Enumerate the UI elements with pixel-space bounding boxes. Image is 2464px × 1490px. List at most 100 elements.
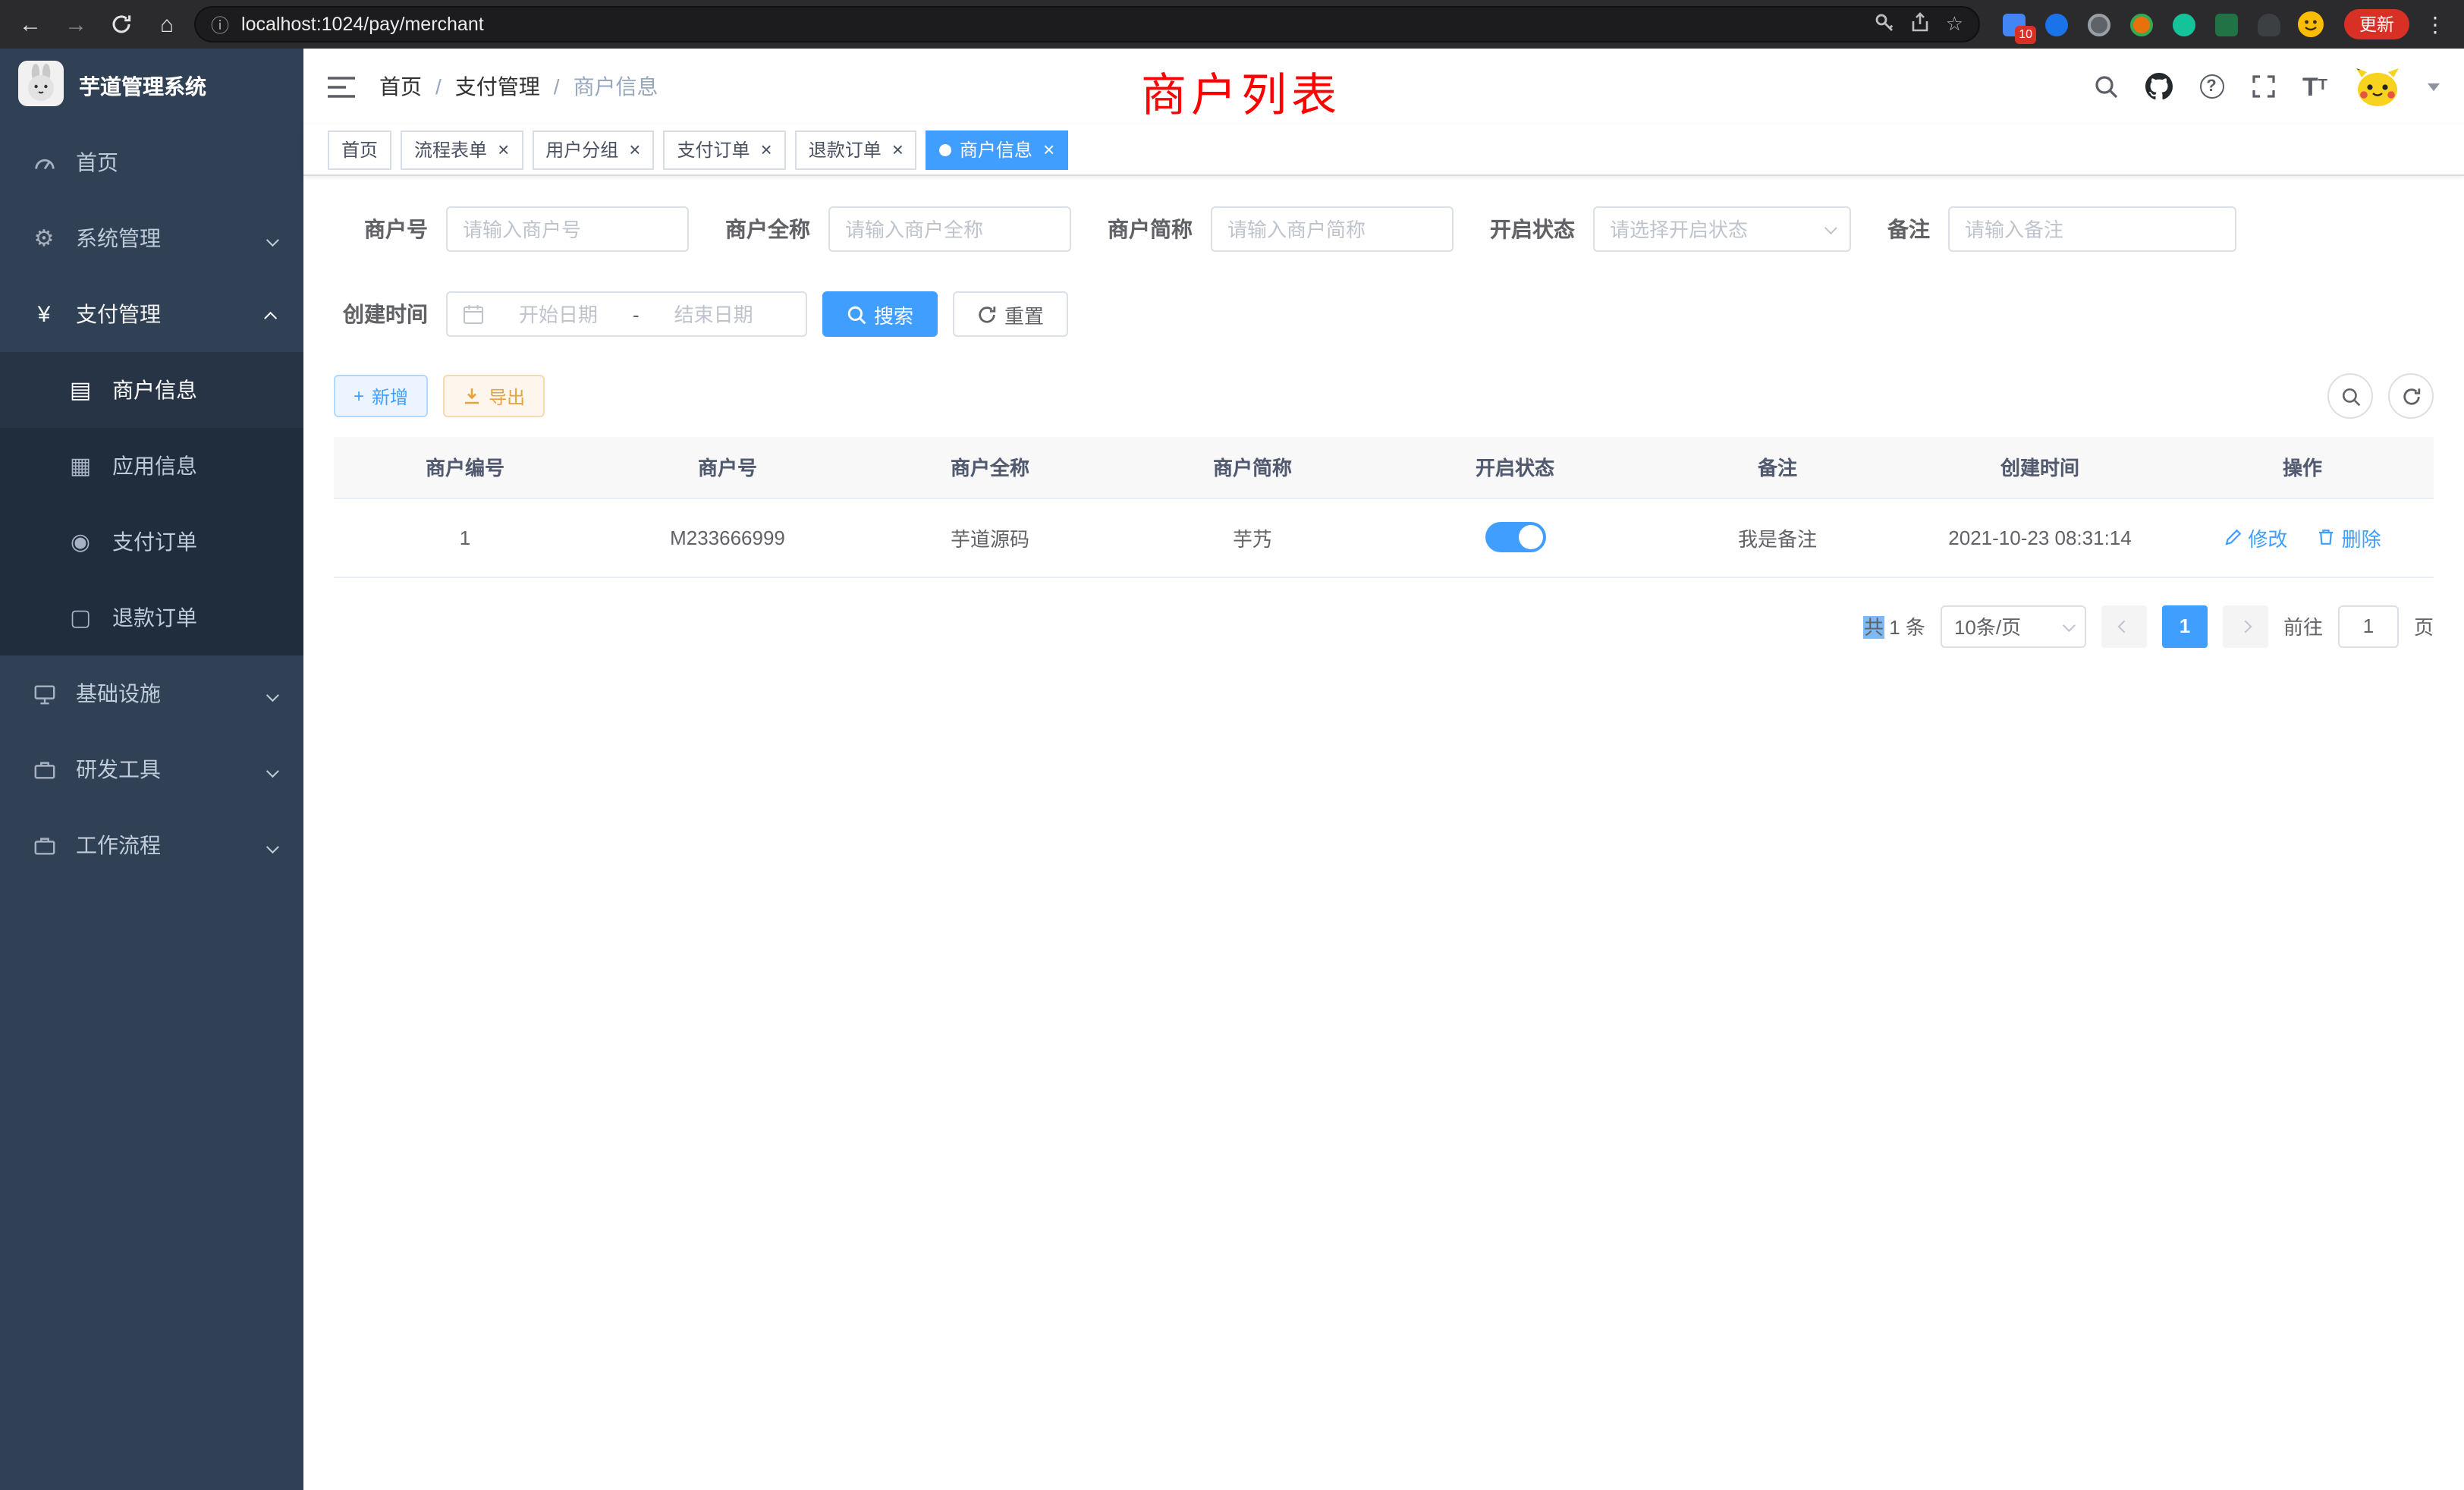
remark-input[interactable] xyxy=(1948,206,2236,252)
sidebar-item-label: 支付管理 xyxy=(76,299,161,329)
close-icon[interactable]: × xyxy=(498,140,509,159)
url-text[interactable]: localhost:1024/pay/merchant xyxy=(241,14,1862,35)
create-time-range-picker[interactable]: - xyxy=(446,291,807,337)
goto-page-input[interactable] xyxy=(2338,605,2399,647)
trash-icon xyxy=(2318,528,2336,546)
briefcase-icon xyxy=(30,834,58,857)
browser-home-icon[interactable]: ⌂ xyxy=(149,6,185,42)
delete-button[interactable]: 删除 xyxy=(2318,523,2381,552)
avatar-dropdown-caret-icon[interactable] xyxy=(2428,83,2440,90)
close-icon[interactable]: × xyxy=(892,140,904,159)
search-button[interactable]: 搜索 xyxy=(822,291,938,337)
add-button[interactable]: + 新增 xyxy=(334,375,428,417)
col-status: 开启状态 xyxy=(1384,437,1646,498)
page-unit-label: 页 xyxy=(2414,611,2434,640)
monitor-icon xyxy=(30,682,58,705)
help-icon[interactable]: ? xyxy=(2199,74,2224,99)
export-button[interactable]: 导出 xyxy=(443,375,545,417)
full-name-input[interactable] xyxy=(828,206,1071,252)
sidebar-item-workflow[interactable]: 工作流程 xyxy=(0,807,303,883)
refresh-button[interactable] xyxy=(2388,373,2434,419)
browser-update-button[interactable]: 更新 xyxy=(2344,9,2409,39)
sidebar-item-pay-order[interactable]: ◉ 支付订单 xyxy=(0,504,303,580)
browser-reload-icon[interactable] xyxy=(103,6,140,42)
user-avatar[interactable] xyxy=(2355,65,2400,108)
sidebar-item-home[interactable]: 首页 xyxy=(0,124,303,200)
breadcrumb-home[interactable]: 首页 xyxy=(379,71,422,102)
tab-pay-order[interactable]: 支付订单 × xyxy=(663,130,785,169)
status-select[interactable] xyxy=(1593,206,1851,252)
sidebar-item-label: 支付订单 xyxy=(112,527,197,557)
target-icon: ◉ xyxy=(67,528,94,555)
github-icon[interactable] xyxy=(2145,73,2172,100)
cell-merchant-id: 1 xyxy=(334,498,596,577)
create-time-label: 创建时间 xyxy=(334,299,428,329)
merchant-no-input[interactable] xyxy=(446,206,689,252)
sidebar-item-system[interactable]: ⚙ 系统管理 xyxy=(0,200,303,276)
status-toggle[interactable] xyxy=(1485,522,1545,552)
sidebar-item-merchant-info[interactable]: ▤ 商户信息 xyxy=(0,352,303,428)
tab-home[interactable]: 首页 xyxy=(328,130,391,169)
fullscreen-icon[interactable] xyxy=(2251,74,2275,99)
browser-back-icon[interactable]: ← xyxy=(12,6,49,42)
extensions-puzzle-icon[interactable] xyxy=(2253,9,2283,39)
extension-icon[interactable] xyxy=(2083,9,2114,39)
edit-button[interactable]: 修改 xyxy=(2224,523,2287,552)
close-icon[interactable]: × xyxy=(1043,140,1054,159)
sidebar-collapse-icon[interactable] xyxy=(328,75,355,98)
extension-icon[interactable]: 10 xyxy=(1998,9,2029,39)
extensions-strip: 10 xyxy=(1998,9,2326,39)
bookmark-star-icon[interactable]: ☆ xyxy=(1946,12,1963,36)
browser-menu-icon[interactable]: ⋮ xyxy=(2418,11,2452,37)
page-number-1[interactable]: 1 xyxy=(2162,605,2208,647)
next-page-button[interactable] xyxy=(2223,605,2268,647)
sidebar-item-devtools[interactable]: 研发工具 xyxy=(0,731,303,807)
profile-avatar-icon[interactable] xyxy=(2296,9,2326,39)
share-icon[interactable] xyxy=(1911,11,1931,37)
tags-view: 首页 流程表单 × 用户分组 × 支付订单 × 退款订单 × xyxy=(303,124,2464,176)
active-tab-dot xyxy=(940,143,952,156)
card-icon: ▤ xyxy=(67,376,94,404)
font-size-icon[interactable]: TT xyxy=(2302,74,2327,99)
start-date-input[interactable] xyxy=(493,303,624,325)
chevron-left-icon xyxy=(2117,620,2130,633)
sidebar-item-payment[interactable]: ¥ 支付管理 xyxy=(0,276,303,352)
extension-icon[interactable] xyxy=(2041,9,2071,39)
calendar-icon xyxy=(463,303,484,325)
extension-icon[interactable] xyxy=(2211,9,2241,39)
short-name-input[interactable] xyxy=(1211,206,1454,252)
tab-merchant-info[interactable]: 商户信息 × xyxy=(926,130,1068,169)
tab-user-group[interactable]: 用户分组 × xyxy=(532,130,654,169)
status-label: 开启状态 xyxy=(1490,214,1575,244)
page-size-select[interactable]: 10条/页 xyxy=(1941,605,2086,647)
extension-icon[interactable] xyxy=(2168,9,2198,39)
reset-button[interactable]: 重置 xyxy=(953,291,1068,337)
end-date-input[interactable] xyxy=(649,303,779,325)
close-icon[interactable]: × xyxy=(761,140,772,159)
extension-icon[interactable] xyxy=(2126,9,2156,39)
site-info-icon[interactable]: ⓘ xyxy=(211,11,229,37)
sidebar-item-refund-order[interactable]: ▢ 退款订单 xyxy=(0,580,303,655)
breadcrumb-payment[interactable]: 支付管理 xyxy=(455,71,540,102)
sidebar-item-label: 商户信息 xyxy=(112,375,197,405)
breadcrumb-current: 商户信息 xyxy=(574,71,658,102)
chevron-up-icon xyxy=(264,312,277,325)
close-icon[interactable]: × xyxy=(629,140,640,159)
password-key-icon[interactable] xyxy=(1875,11,1896,37)
browser-forward-icon[interactable]: → xyxy=(58,6,94,42)
sidebar-item-infrastructure[interactable]: 基础设施 xyxy=(0,655,303,731)
col-merchant-no: 商户号 xyxy=(596,437,859,498)
address-bar[interactable]: ⓘ localhost:1024/pay/merchant ☆ xyxy=(194,6,1980,42)
sidebar-item-app-info[interactable]: ▦ 应用信息 xyxy=(0,428,303,504)
sidebar-item-label: 基础设施 xyxy=(76,678,161,709)
prev-page-button[interactable] xyxy=(2101,605,2147,647)
merchant-no-label: 商户号 xyxy=(334,214,428,244)
chevron-down-icon xyxy=(266,234,279,247)
pagination: 共 1 条 10条/页 1 前往 页 xyxy=(334,605,2434,647)
app-logo[interactable]: 芋道管理系统 xyxy=(0,49,303,124)
total-count: 共 1 条 xyxy=(1864,611,1925,640)
tab-refund-order[interactable]: 退款订单 × xyxy=(795,130,917,169)
tab-process-form[interactable]: 流程表单 × xyxy=(401,130,523,169)
header-search-icon[interactable] xyxy=(2093,74,2117,99)
toggle-search-button[interactable] xyxy=(2327,373,2373,419)
